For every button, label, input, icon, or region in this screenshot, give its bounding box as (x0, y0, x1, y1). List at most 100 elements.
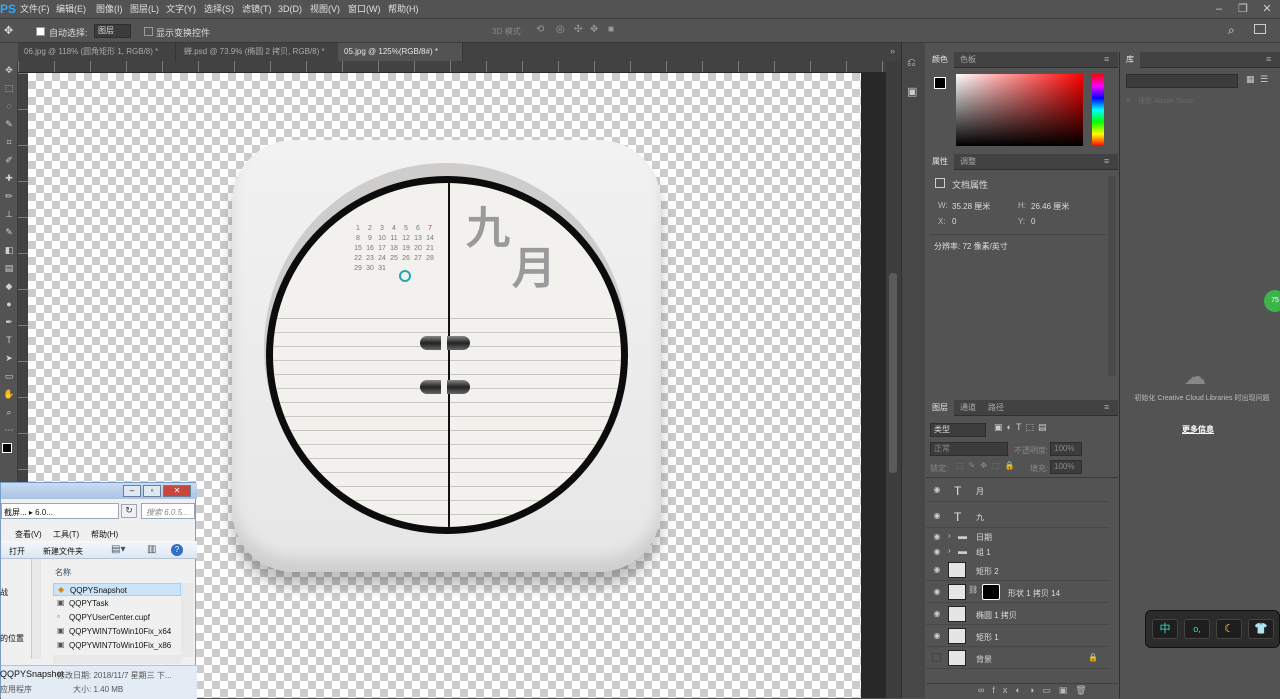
foreground-color-swatch[interactable] (2, 443, 12, 453)
tab-adjustments[interactable]: 调整 (954, 154, 982, 170)
tab-color[interactable]: 颜色 (926, 52, 954, 68)
file-row-selected[interactable]: ◆ QQPYSnapshot (53, 583, 181, 596)
maximize-icon[interactable]: ❐ (1232, 2, 1254, 16)
library-dropdown[interactable] (1126, 74, 1238, 88)
actions-icon[interactable]: ▣ (907, 85, 917, 98)
layer-row-shape1-copy14[interactable]: ◉ ⛓ 形状 1 拷贝 14 (926, 582, 1109, 603)
menu-help[interactable]: 帮助(H) (91, 529, 118, 540)
workspace-icon[interactable] (1254, 24, 1266, 34)
layer-name[interactable]: 日期 (976, 532, 992, 543)
nav-scrollbar[interactable] (31, 559, 41, 659)
layer-name[interactable]: 矩形 1 (976, 632, 999, 643)
tab-chan-psd[interactable]: 蝉.psd @ 73.9% (椭圆 2 拷贝, RGB/8) * (178, 43, 348, 61)
menu-layer[interactable]: 图层(L) (130, 0, 159, 19)
file-name[interactable]: QQPYUserCenter.cupf (69, 613, 150, 622)
file-name[interactable]: QQPYSnapshot (70, 586, 127, 595)
scrollbar-thumb[interactable] (889, 273, 897, 473)
open-button[interactable]: 打开 (9, 546, 25, 557)
menu-filter[interactable]: 滤镜(T) (242, 0, 272, 19)
menu-view[interactable]: 查看(V) (15, 529, 42, 540)
menu-edit[interactable]: 编辑(E) (56, 0, 86, 19)
visibility-eye-icon[interactable]: ◉ (932, 532, 942, 542)
menu-help[interactable]: 帮助(H) (388, 0, 419, 19)
nav-item[interactable]: 的位置 (0, 633, 24, 644)
layer-row-yue[interactable]: ◉ T 月 (926, 480, 1109, 502)
3d-pan-icon[interactable]: ✣ (574, 24, 582, 35)
gradient-tool-icon[interactable]: ▤ (2, 263, 16, 274)
layer-row-ellipse1-copy[interactable]: ◉ 椭圆 1 拷贝 (926, 604, 1109, 625)
panel-menu-icon[interactable]: ≡ (1104, 54, 1109, 64)
properties-scrollbar[interactable] (1108, 176, 1116, 376)
blend-mode-dropdown[interactable]: 正常 (930, 442, 1008, 456)
auto-select-checkbox[interactable] (36, 26, 45, 37)
height-value[interactable]: 26.46 厘米 (1031, 201, 1069, 212)
stock-search-input[interactable]: 搜索 Adobe Stock (1138, 96, 1194, 106)
explorer-address-bar[interactable]: 截屏... ▸ 6.0... (1, 503, 119, 519)
eyedropper-icon[interactable]: ✐ (2, 155, 16, 166)
tab-channels[interactable]: 通道 (954, 400, 982, 416)
layer-name[interactable]: 九 (976, 512, 984, 523)
menu-image[interactable]: 图像(I) (96, 0, 123, 19)
visibility-eye-icon[interactable]: ◉ (932, 565, 942, 575)
layer-filter-dropdown[interactable]: 类型 (930, 423, 986, 437)
brush-tool-icon[interactable]: ✏ (2, 191, 16, 202)
explorer-maximize-icon[interactable]: ▫ (143, 485, 161, 497)
move-tool-icon[interactable]: ✥ (4, 24, 13, 37)
panel-menu-icon[interactable]: ≡ (1266, 54, 1271, 64)
more-tools-icon[interactable]: ⋯ (2, 425, 16, 436)
auto-select-dropdown[interactable]: 图层 (94, 24, 131, 38)
crop-tool-icon[interactable]: ⌗ (2, 137, 16, 148)
visibility-eye-icon[interactable]: ◉ (932, 547, 942, 557)
quick-select-icon[interactable]: ✎ (2, 119, 16, 130)
explorer-close-icon[interactable]: ✕ (163, 485, 191, 497)
zoom-tool-icon[interactable]: ⌕ (2, 407, 16, 418)
layer-row-group1[interactable]: ◉ › ▬ 组 1 (926, 545, 1109, 559)
tab-swatches[interactable]: 色板 (954, 52, 982, 68)
visibility-eye-icon[interactable]: ◉ (932, 485, 942, 495)
layer-name[interactable]: 椭圆 1 拷贝 (976, 610, 1017, 621)
menu-tools[interactable]: 工具(T) (53, 529, 79, 540)
ime-skin-button[interactable]: 👕 (1248, 619, 1274, 639)
layer-row-rect1[interactable]: ◉ 矩形 1 (926, 626, 1109, 647)
panel-menu-icon[interactable]: ≡ (1104, 402, 1109, 412)
file-name[interactable]: QQPYWIN7ToWin10Fix_x64 (69, 627, 171, 636)
menu-file[interactable]: 文件(F) (20, 0, 50, 19)
stock-search-icon[interactable]: ⌕ (1126, 95, 1130, 105)
move-tool-icon[interactable]: ✥ (2, 65, 16, 76)
tab-05-jpg[interactable]: 05.jpg @ 125%(RGB/8#) * (338, 43, 463, 61)
visibility-eye-icon[interactable]: ◉ (932, 587, 942, 597)
close-icon[interactable]: ✕ (1256, 2, 1278, 16)
view-options-icon[interactable]: ▤▾ (111, 544, 125, 555)
3d-orbit-icon[interactable]: ⟲ (536, 24, 544, 35)
group-expand-icon[interactable]: › (948, 546, 951, 555)
tab-06-jpg[interactable]: 06.jpg @ 118% (圆角矩形 1, RGB/8) * (18, 43, 176, 61)
file-row[interactable]: ▣ QQPYWIN7ToWin10Fix_x64 (53, 625, 181, 638)
column-name-header[interactable]: 名称 (55, 567, 71, 578)
ime-halfwidth-button[interactable]: ☾ (1216, 619, 1242, 639)
tab-properties[interactable]: 属性 (926, 154, 954, 170)
address-path[interactable]: 截屏... ▸ 6.0... (4, 507, 53, 518)
healing-brush-icon[interactable]: ✚ (2, 173, 16, 184)
ime-language-button[interactable]: 中 (1152, 619, 1178, 639)
menu-window[interactable]: 窗口(W) (348, 0, 381, 19)
y-value[interactable]: 0 (1031, 217, 1035, 226)
search-icon[interactable]: ⌕ (1228, 23, 1235, 38)
layer-name[interactable]: 月 (976, 486, 984, 497)
layer-row-background[interactable]: 背景 🔒 (926, 648, 1109, 669)
visibility-eye-icon[interactable]: ◉ (932, 511, 942, 521)
list-view-icon[interactable]: ☰ (1260, 74, 1268, 85)
layer-name[interactable]: 形状 1 拷贝 14 (1008, 588, 1060, 599)
hand-tool-icon[interactable]: ✋ (2, 389, 16, 400)
layer-row-date-group[interactable]: ◉ › ▬ 日期 (926, 530, 1109, 544)
eraser-icon[interactable]: ◧ (2, 245, 16, 256)
lasso-tool-icon[interactable]: ◌ (2, 101, 16, 112)
new-folder-button[interactable]: 新建文件夹 (43, 546, 83, 557)
dodge-tool-icon[interactable]: ● (2, 299, 16, 310)
more-info-link[interactable]: 更多信息 (1182, 424, 1214, 435)
layer-row-jiu[interactable]: ◉ T 九 (926, 506, 1109, 528)
explorer-search-input[interactable]: 搜索 6.0.5... (141, 503, 195, 519)
opacity-field[interactable]: 100% (1050, 442, 1082, 456)
tabs-overflow-icon[interactable]: » (890, 46, 895, 56)
menu-3d[interactable]: 3D(D) (278, 0, 302, 19)
3d-scale-icon[interactable]: ■ (608, 24, 614, 35)
